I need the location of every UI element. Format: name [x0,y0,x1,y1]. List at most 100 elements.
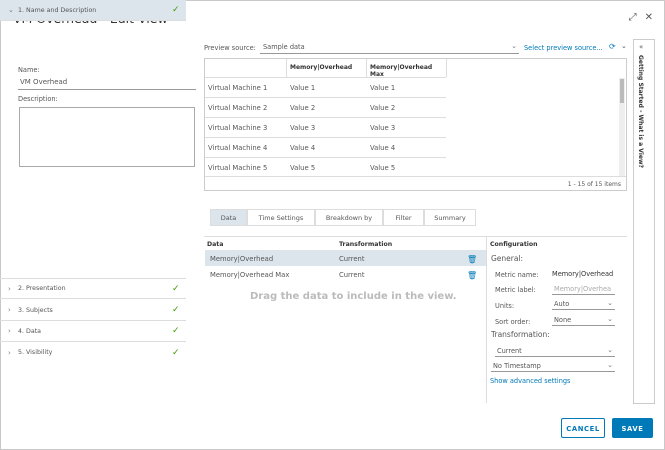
step-label: 1. Name and Description [18,6,97,14]
table-cell: Virtual Machine 2 [208,104,268,112]
chevron-down-icon: ⌄ [607,346,613,354]
trash-icon[interactable]: 🗑 [467,255,477,264]
divider [204,236,627,237]
units-select[interactable]: Auto ⌄ [552,298,615,310]
table-cell: Value 4 [370,144,396,152]
grid-scrollbar-thumb[interactable] [620,79,624,103]
metric-label-label: Metric label: [495,286,536,294]
transformation-column-header: Transformation [339,241,393,248]
tab-filter[interactable]: Filter [383,209,424,226]
description-textarea[interactable] [19,107,195,167]
description-label: Description: [18,95,58,103]
tab-time-settings[interactable]: Time Settings [247,209,315,226]
grid-header-name [205,59,287,77]
expand-icon[interactable]: ⤢ [629,12,637,23]
table-cell: Value 2 [370,104,396,112]
check-icon: ✓ [172,347,180,358]
step-label: 2. Presentation [18,285,66,292]
preview-source-label: Preview source: [204,44,256,52]
grid-footer: 1 - 15 of 15 items [205,176,626,190]
step-label: 3. Subjects [18,306,53,314]
check-icon: ✓ [172,283,180,294]
table-row: Virtual Machine 2 Value 2 Value 2 [205,97,446,117]
step-presentation[interactable]: › 2. Presentation ✓ [0,278,186,299]
step-visibility[interactable]: › 5. Visibility ✓ [0,342,186,363]
table-row: Virtual Machine 1 Value 1 Value 1 [205,77,446,97]
data-cell: Memory|Overhead [210,255,274,263]
table-row: Virtual Machine 4 Value 4 Value 4 [205,137,446,157]
chevron-down-icon: ⌄ [511,42,517,50]
refresh-icon[interactable]: ⟳ [609,42,616,51]
save-button[interactable]: SAVE [612,418,653,438]
data-cell: Memory|Overhead Max [210,271,290,279]
table-cell: Value 5 [290,164,316,172]
table-cell: Value 4 [290,144,316,152]
metric-label-input[interactable]: Memory|Overhea [552,283,615,295]
table-cell: Value 3 [370,124,396,132]
data-column-header: Data [207,241,224,248]
preview-source-value: Sample data [263,43,305,51]
show-advanced-settings-link[interactable]: Show advanced settings [490,377,571,385]
data-row[interactable]: Memory|Overhead Max Current 🗑 [205,266,486,282]
table-cell: Virtual Machine 3 [208,124,268,132]
table-cell: Value 1 [370,84,396,92]
step-label: 5. Visibility [18,349,53,356]
grid-header-col2[interactable]: Memory|Overhead Max [367,59,447,78]
transformation-select[interactable]: Current ⌄ [495,345,615,357]
name-input[interactable]: VM Overhead [18,78,196,90]
check-icon: ✓ [172,326,180,336]
table-cell: Value 5 [370,164,396,172]
chevron-down-icon[interactable]: ⌄ [621,42,627,50]
chevron-down-icon: ⌄ [8,6,14,14]
chevron-right-icon: › [8,306,11,314]
header-icons: ⤢ ✕ [629,12,653,23]
table-cell: Value 2 [290,104,316,112]
check-icon: ✓ [172,305,180,315]
getting-started-label[interactable]: Getting Started - What is a View? [637,55,644,168]
units-value: Auto [554,300,570,308]
table-cell: Virtual Machine 1 [208,84,268,92]
timestamp-value: No Timestamp [493,362,541,370]
tab-data[interactable]: Data [210,209,247,226]
units-label: Units: [495,302,515,310]
double-chevron-left-icon[interactable]: « [639,43,643,51]
step-label: 4. Data [18,327,42,335]
general-label: General: [491,254,524,263]
data-row[interactable]: Memory|Overhead Current 🗑 [205,250,486,266]
chevron-down-icon: ⌄ [607,315,613,323]
transformation-value: Current [497,347,522,355]
sort-order-select[interactable]: None ⌄ [552,314,615,326]
chevron-right-icon: › [8,327,11,335]
check-icon: ✓ [172,5,180,15]
tab-breakdown-by[interactable]: Breakdown by [315,209,383,226]
name-label: Name: [18,66,40,74]
configuration-header: Configuration [490,241,538,248]
select-preview-source-link[interactable]: Select preview source... [524,44,603,52]
chevron-down-icon: ⌄ [607,299,613,307]
chevron-right-icon: › [8,348,11,357]
table-cell: Virtual Machine 4 [208,144,268,152]
table-row: Virtual Machine 3 Value 3 Value 3 [205,117,446,137]
close-icon[interactable]: ✕ [645,12,653,23]
transformation-cell: Current [339,271,365,279]
timestamp-select[interactable]: No Timestamp ⌄ [491,360,615,372]
metric-name-value: Memory|Overhead [552,270,614,278]
tab-summary[interactable]: Summary [424,209,476,226]
cancel-button[interactable]: CANCEL [561,418,605,438]
chevron-down-icon: ⌄ [607,361,613,369]
sort-order-value: None [554,316,572,324]
chevron-right-icon: › [8,284,11,293]
step-data[interactable]: › 4. Data ✓ [0,321,186,342]
preview-grid: Memory|Overhead Memory|Overhead Max Virt… [204,58,627,191]
transformation-label: Transformation: [491,330,550,339]
preview-source-select[interactable]: Sample data ⌄ [260,41,519,54]
step-name-description[interactable]: ⌄ 1. Name and Description ✓ [0,0,186,21]
trash-icon[interactable]: 🗑 [467,271,477,280]
sort-order-label: Sort order: [495,318,531,326]
grid-header-col1[interactable]: Memory|Overhead [287,59,367,77]
drag-hint: Drag the data to include in the view. [250,291,457,302]
table-cell: Virtual Machine 5 [208,164,268,172]
divider [486,237,487,403]
metric-name-label: Metric name: [495,271,539,279]
step-subjects[interactable]: › 3. Subjects ✓ [0,300,186,321]
